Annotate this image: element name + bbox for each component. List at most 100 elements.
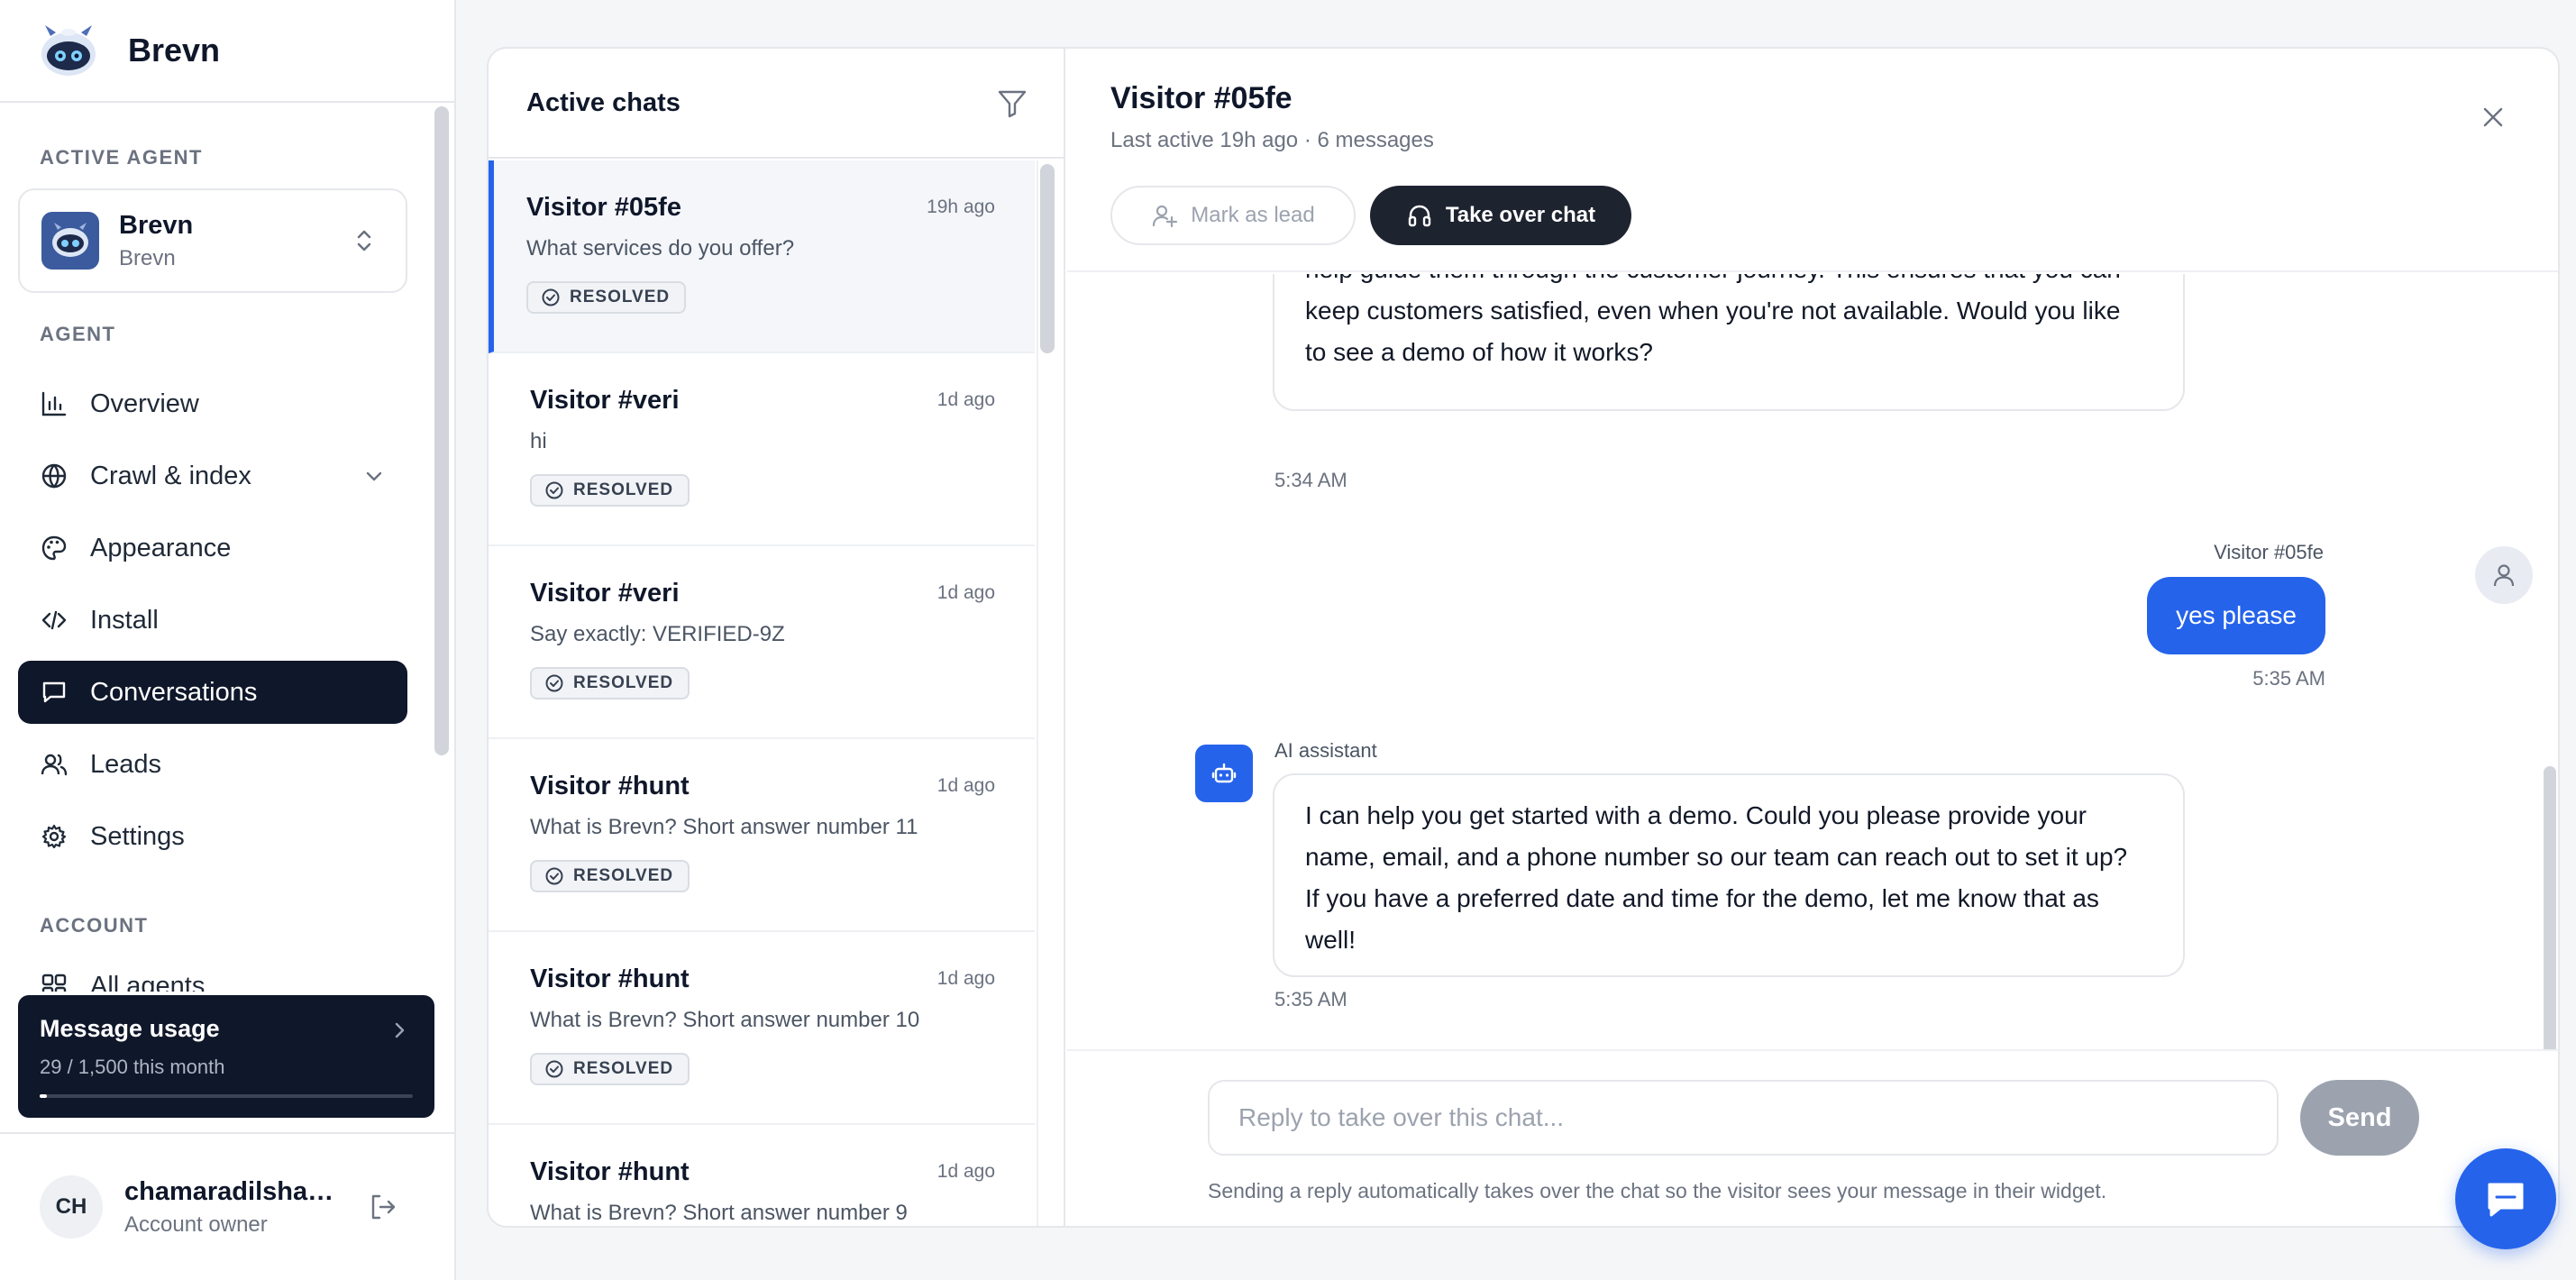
chat-item-name: Visitor #veri bbox=[530, 579, 680, 608]
chat-item-name: Visitor #hunt bbox=[530, 772, 690, 800]
chat-item-name: Visitor #05fe bbox=[526, 193, 681, 222]
visitor-avatar bbox=[2475, 546, 2533, 604]
reply-composer: Send Sending a reply automatically takes… bbox=[1067, 1049, 2558, 1226]
ai-message-bubble: help guide them through the customer jou… bbox=[1273, 274, 2185, 411]
status-badge-label: RESOLVED bbox=[570, 288, 671, 306]
conversation-header: Visitor #05fe Last active 19h ago · 6 me… bbox=[1067, 49, 2558, 272]
message-time: 5:34 AM bbox=[1274, 469, 1347, 491]
chevron-up-down-icon bbox=[346, 226, 382, 255]
nav-appearance-label: Appearance bbox=[90, 533, 232, 562]
robot-avatar-icon bbox=[52, 223, 88, 257]
nav-appearance[interactable]: Appearance bbox=[18, 517, 407, 580]
nav-crawl-index[interactable]: Crawl & index bbox=[18, 444, 407, 507]
message-thread-scrollbar[interactable] bbox=[2544, 766, 2556, 1089]
chat-item-name: Visitor #veri bbox=[530, 386, 680, 415]
account-footer: CH chamaradilshan... Account owner bbox=[0, 1132, 454, 1280]
mark-as-lead-button[interactable]: Mark as lead bbox=[1110, 186, 1356, 245]
status-badge: RESOLVED bbox=[530, 474, 690, 507]
message-line: name, email, and a phone number so our t… bbox=[1305, 843, 2128, 871]
take-over-chat-label: Take over chat bbox=[1445, 203, 1596, 227]
chat-list-scroll-track bbox=[1037, 160, 1038, 1226]
take-over-chat-button[interactable]: Take over chat bbox=[1370, 186, 1631, 245]
chat-item[interactable]: Visitor #veri 1d ago Say exactly: VERIFI… bbox=[489, 546, 1035, 739]
gear-icon bbox=[40, 822, 69, 851]
nav-settings[interactable]: Settings bbox=[18, 805, 407, 868]
message-line: well! bbox=[1305, 926, 1357, 954]
reply-input[interactable] bbox=[1208, 1080, 2279, 1156]
conversation-subtitle: Last active 19h ago · 6 messages bbox=[1110, 128, 1434, 152]
chat-item[interactable]: Visitor #hunt 1d ago What is Brevn? Shor… bbox=[489, 1125, 1035, 1226]
users-icon bbox=[40, 750, 69, 779]
nav-overview[interactable]: Overview bbox=[18, 372, 407, 435]
nav-install[interactable]: Install bbox=[18, 589, 407, 652]
conversations-panel: Active chats Visitor #05fe 19h ago What … bbox=[487, 47, 2560, 1228]
agent-avatar bbox=[41, 212, 99, 270]
chat-list: Active chats Visitor #05fe 19h ago What … bbox=[489, 49, 1065, 1226]
message-square-icon bbox=[40, 678, 69, 707]
chat-item[interactable]: Visitor #veri 1d ago hi RESOLVED bbox=[489, 353, 1035, 546]
active-agent-label: ACTIVE AGENT bbox=[40, 146, 203, 169]
chat-item-preview: What is Brevn? Short answer number 11 bbox=[530, 815, 918, 839]
brevn-logo-icon bbox=[41, 25, 96, 76]
chat-bubble-icon bbox=[2488, 1183, 2524, 1217]
usage-subtitle: 29 / 1,500 this month bbox=[40, 1056, 225, 1078]
agent-section-label: AGENT bbox=[40, 323, 116, 345]
nav-leads[interactable]: Leads bbox=[18, 733, 407, 796]
bot-icon bbox=[1211, 763, 1237, 783]
logout-icon[interactable] bbox=[368, 1192, 398, 1227]
chat-item-time: 19h ago bbox=[927, 197, 995, 217]
status-badge-label: RESOLVED bbox=[573, 1059, 674, 1078]
message-usage-card[interactable]: Message usage 29 / 1,500 this month bbox=[18, 995, 434, 1118]
account-section-label: ACCOUNT bbox=[40, 914, 149, 937]
chat-item[interactable]: Visitor #hunt 1d ago What is Brevn? Shor… bbox=[489, 932, 1035, 1125]
chat-item-name: Visitor #hunt bbox=[530, 965, 690, 993]
sidebar-scrollbar[interactable] bbox=[434, 106, 449, 755]
palette-icon bbox=[40, 534, 69, 562]
agent-switcher[interactable]: Brevn Brevn bbox=[18, 188, 407, 293]
send-button[interactable]: Send bbox=[2300, 1080, 2419, 1156]
message-time: 5:35 AM bbox=[1274, 988, 1347, 1010]
close-icon[interactable] bbox=[2480, 105, 2506, 134]
message-sender: Visitor #05fe bbox=[2214, 541, 2324, 563]
nav-overview-label: Overview bbox=[90, 389, 199, 418]
message-thread: help guide them through the customer jou… bbox=[1067, 274, 2558, 1094]
chevron-down-icon bbox=[361, 462, 388, 497]
globe-icon bbox=[40, 462, 69, 490]
headphones-icon bbox=[1408, 205, 1431, 227]
brand-name: Brevn bbox=[128, 32, 221, 69]
account-role: Account owner bbox=[124, 1211, 268, 1237]
chat-item[interactable]: Visitor #05fe 19h ago What services do y… bbox=[489, 160, 1035, 353]
chat-list-title: Active chats bbox=[526, 87, 681, 117]
usage-title: Message usage bbox=[40, 1015, 220, 1042]
chat-item[interactable]: Visitor #hunt 1d ago What is Brevn? Shor… bbox=[489, 739, 1035, 932]
check-circle-icon bbox=[545, 867, 563, 885]
chat-widget-launcher[interactable] bbox=[2455, 1148, 2556, 1249]
status-badge-label: RESOLVED bbox=[573, 866, 674, 885]
message-line: to see a demo of how it works? bbox=[1305, 338, 1653, 366]
nav-conversations-label: Conversations bbox=[90, 677, 258, 707]
chat-item-time: 1d ago bbox=[936, 582, 995, 603]
status-badge: RESOLVED bbox=[530, 667, 690, 699]
nav-all-agents[interactable]: All agents bbox=[18, 955, 407, 992]
chat-item-time: 1d ago bbox=[936, 968, 995, 989]
check-circle-icon bbox=[545, 674, 563, 692]
status-badge: RESOLVED bbox=[530, 860, 690, 892]
message-line: keep customers satisfied, even when you'… bbox=[1305, 297, 2121, 325]
message-line: If you have a preferred date and time fo… bbox=[1305, 884, 2099, 912]
chat-item-preview: hi bbox=[530, 429, 547, 453]
mark-as-lead-label: Mark as lead bbox=[1191, 203, 1315, 227]
chat-list-scrollbar[interactable] bbox=[1040, 164, 1055, 353]
chat-item-preview: What is Brevn? Short answer number 9 bbox=[530, 1201, 908, 1225]
brand-header[interactable]: Brevn bbox=[0, 0, 454, 103]
nav-conversations[interactable]: Conversations bbox=[18, 661, 407, 724]
message-sender: AI assistant bbox=[1274, 739, 1377, 762]
nav-leads-label: Leads bbox=[90, 749, 162, 779]
avatar[interactable]: CH bbox=[40, 1175, 103, 1239]
code-icon bbox=[40, 606, 69, 635]
message-line: help guide them through the customer jou… bbox=[1305, 274, 2152, 290]
sidebar-scroll-area: ACTIVE AGENT Brevn Brevn AGENT Overview … bbox=[0, 105, 429, 992]
filter-icon[interactable] bbox=[997, 88, 1028, 123]
chat-list-header: Active chats bbox=[489, 49, 1064, 159]
account-name: chamaradilshan... bbox=[124, 1176, 341, 1206]
bar-chart-icon bbox=[40, 389, 69, 418]
